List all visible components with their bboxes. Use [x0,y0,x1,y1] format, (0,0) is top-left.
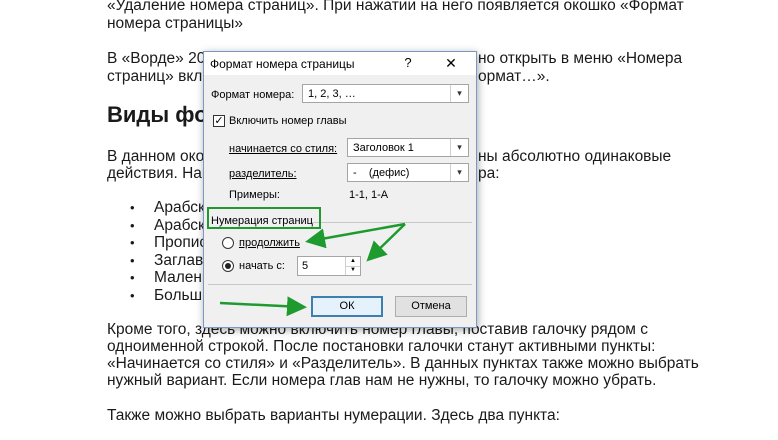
arrow-to-ok [219,296,307,317]
annotation-arrows [219,222,406,317]
